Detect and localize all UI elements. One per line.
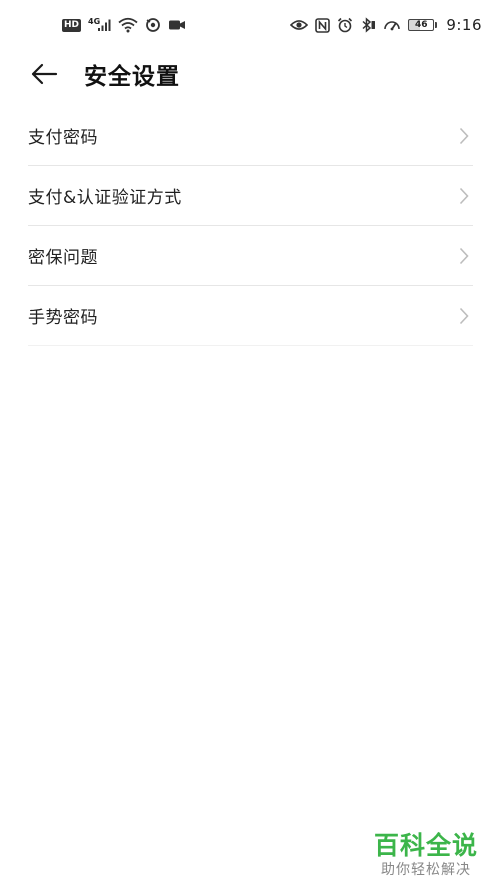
header: 安全设置 — [0, 50, 500, 98]
watermark-subtitle: 助你轻松解决 — [381, 862, 471, 878]
menu-item-payment-password[interactable]: 支付密码 — [28, 106, 473, 166]
hd-icon: HD — [62, 17, 82, 33]
chevron-right-icon — [457, 186, 471, 206]
camera-icon — [168, 17, 186, 33]
menu-item-label: 手势密码 — [28, 308, 98, 328]
menu-item-payment-auth-method[interactable]: 支付&认证验证方式 — [28, 166, 473, 226]
battery-level: 46 — [408, 19, 435, 31]
menu-item-gesture-password[interactable]: 手势密码 — [28, 286, 473, 346]
wifi-icon — [118, 17, 138, 33]
status-time: 9:16 — [446, 16, 482, 34]
status-right: 46 9:16 — [290, 16, 482, 34]
watermark-title: 百科全说 — [373, 831, 478, 860]
bluetooth-icon — [360, 17, 376, 33]
signal-icon: 4G — [88, 17, 111, 33]
battery-tip — [435, 22, 438, 28]
back-button[interactable] — [26, 56, 62, 92]
alarm-icon — [337, 17, 353, 33]
page-title: 安全设置 — [84, 64, 180, 90]
menu-item-label: 支付密码 — [28, 128, 98, 148]
menu-item-label: 密保问题 — [28, 248, 98, 268]
network-type-label: 4G — [88, 16, 101, 26]
nfc-icon — [315, 17, 331, 33]
battery-icon: 46 — [408, 19, 438, 31]
speed-icon — [383, 17, 401, 33]
eye-icon — [290, 17, 309, 33]
status-bar: HD 4G 46 9:16 — [0, 0, 500, 50]
settings-menu-list: 支付密码 支付&认证验证方式 密保问题 手势密码 — [28, 106, 473, 346]
chevron-right-icon — [457, 306, 471, 326]
menu-item-security-question[interactable]: 密保问题 — [28, 226, 473, 286]
sync-icon — [145, 17, 161, 33]
chevron-right-icon — [457, 126, 471, 146]
hd-badge-label: HD — [62, 18, 82, 32]
watermark: 百科全说 助你轻松解决 — [370, 831, 482, 879]
status-left: HD 4G — [62, 17, 186, 33]
menu-item-label: 支付&认证验证方式 — [28, 188, 182, 208]
chevron-right-icon — [457, 246, 471, 266]
arrow-left-icon — [31, 63, 58, 85]
